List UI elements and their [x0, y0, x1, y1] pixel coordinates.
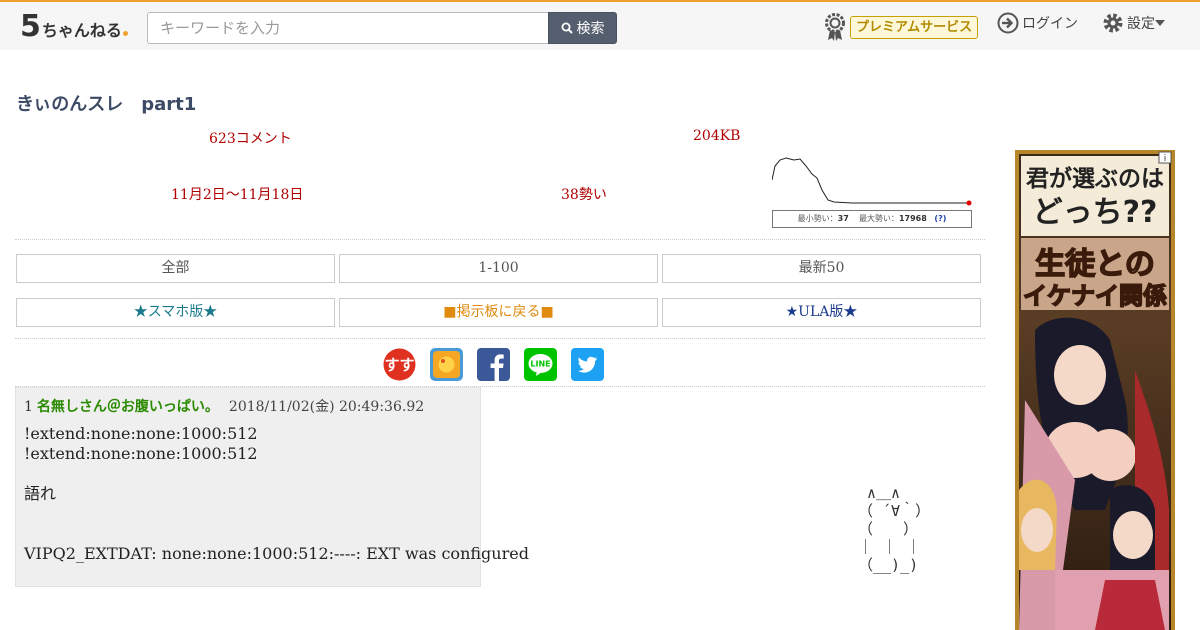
thread-title: きぃのんスレ part1 [16, 94, 197, 115]
login-icon [997, 12, 1019, 34]
momentum-min-value: 37 [837, 214, 849, 223]
premium-service-link[interactable]: プレミアムサービス [824, 12, 979, 42]
momentum-max-value: 17968 [898, 214, 927, 223]
comment-count: 623コメント [209, 131, 292, 147]
view-all-button[interactable]: 全部 [16, 254, 335, 283]
bookmark-app-icon [430, 348, 463, 381]
thread-size: 204KB [693, 128, 741, 144]
top-bar: 5 ちゃんねる 検索 プレミアムサービス ログイン [0, 0, 1200, 50]
settings-label: 設定 [1127, 16, 1155, 32]
post-date: 2018/11/02(金) 20:49:36.92 [228, 399, 425, 415]
share-twitter-button[interactable] [571, 348, 604, 381]
advertisement-banner[interactable]: 君が選ぶのは どっち?? 生徒との イケナイ関係 i [1015, 150, 1175, 630]
thread-period: 11月2日〜11月18日 [171, 187, 304, 203]
smartphone-version-button[interactable]: ★スマホ版★ [16, 298, 335, 327]
svg-text:すす: すす [384, 356, 414, 374]
ula-version-button[interactable]: ★ULA版★ [662, 298, 981, 327]
search-button-label: 検索 [576, 21, 605, 37]
poster-name: 名無しさん＠お腹いっぱい。 [36, 399, 219, 415]
share-line-button[interactable]: LINE [524, 348, 557, 381]
logo-number: 5 [20, 9, 41, 44]
divider [15, 239, 985, 240]
login-label: ログイン [1022, 16, 1078, 32]
ad-text-line3: 生徒との [1035, 247, 1155, 282]
line-icon: LINE [524, 348, 557, 381]
premium-service-label: プレミアムサービス [850, 15, 979, 39]
post-number[interactable]: 1 [24, 399, 33, 415]
momentum-caption: 最小勢い：37 最大勢い：17968 (?) [772, 210, 972, 228]
share-facebook-button[interactable] [477, 348, 510, 381]
ad-text-line2: どっち?? [1033, 195, 1158, 230]
ad-info-icon[interactable]: i [1164, 154, 1167, 164]
ascii-art-cat: ∧＿∧ （ ´∀｀） （ ） ｜ ｜ ｜ （__)_) [858, 484, 931, 574]
ad-artwork: 君が選ぶのは どっち?? 生徒との イケナイ関係 i [1015, 150, 1175, 630]
search-icon [561, 22, 573, 34]
facebook-icon [477, 348, 510, 381]
post-body: !extend:none:none:1000:512 !extend:none:… [24, 424, 529, 563]
ad-text-line1: 君が選ぶのは [1026, 165, 1164, 192]
view-latest-button[interactable]: 最新50 [662, 254, 981, 283]
momentum-end-marker [966, 200, 972, 206]
post-1: 1 名無しさん＠お腹いっぱい。 2018/11/02(金) 20:49:36.92 … [15, 387, 529, 587]
momentum-help-link[interactable]: (?) [934, 214, 946, 223]
momentum-max-label: 最大勢い： [858, 214, 899, 223]
award-icon [825, 13, 845, 41]
login-link[interactable]: ログイン [997, 12, 1078, 34]
twitter-icon [571, 348, 604, 381]
momentum-min-label: 最小勢い： [797, 214, 838, 223]
momentum-graph [772, 157, 972, 206]
susu-icon: すす [383, 348, 416, 381]
line-icon-text: LINE [530, 360, 550, 369]
settings-menu[interactable]: 設定 [1102, 12, 1165, 34]
divider [15, 338, 985, 339]
site-logo[interactable]: 5 ちゃんねる [20, 8, 128, 42]
share-bookmark-button[interactable] [430, 348, 463, 381]
back-to-board-button[interactable]: ■掲示板に戻る■ [339, 298, 658, 327]
post-header: 1 名無しさん＠お腹いっぱい。 2018/11/02(金) 20:49:36.92 [24, 396, 424, 416]
logo-dot [122, 31, 128, 36]
logo-text: ちゃんねる [41, 21, 122, 40]
gear-icon [1103, 13, 1123, 33]
caret-down-icon [1155, 20, 1165, 26]
momentum-line [772, 157, 969, 204]
view-range-button[interactable]: 1-100 [339, 254, 658, 283]
ad-text-line4: イケナイ関係 [1023, 282, 1167, 310]
share-susu-button[interactable]: すす [383, 348, 416, 381]
search-button[interactable]: 検索 [548, 12, 617, 44]
thread-momentum: 38勢い [561, 187, 607, 203]
search-input[interactable] [147, 12, 549, 44]
